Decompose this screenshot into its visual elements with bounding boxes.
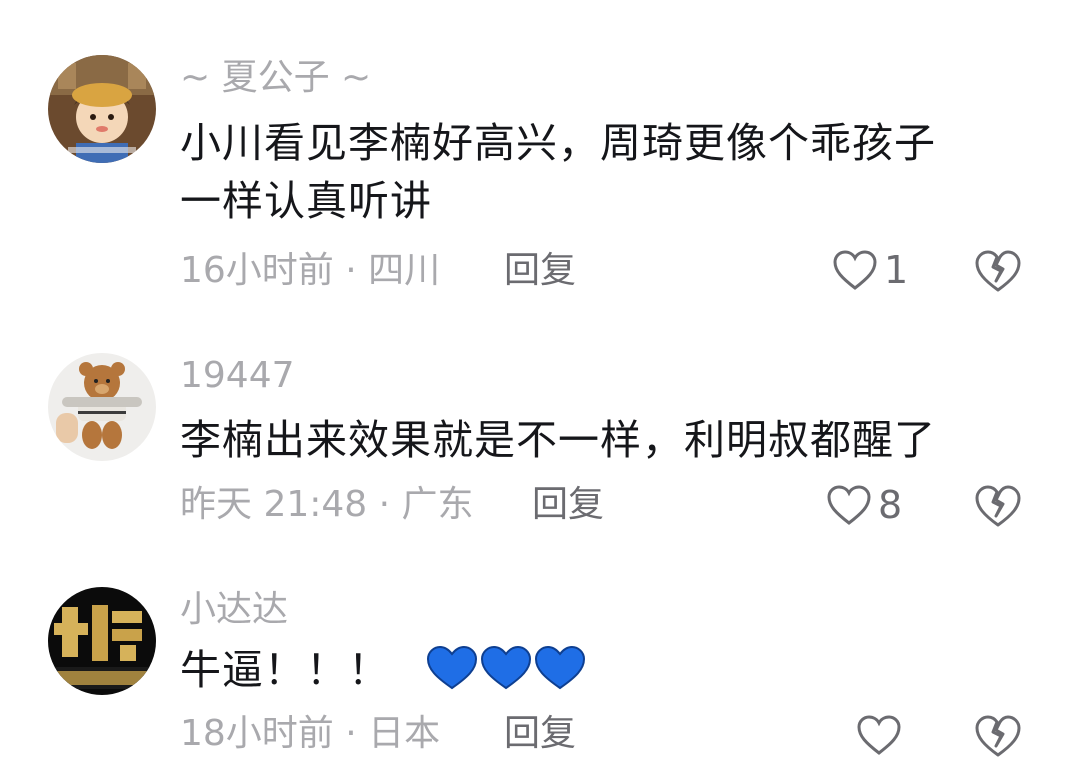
comment-meta: 昨天 21:48 · 广东 (180, 484, 474, 525)
comment-text-line: 小川看见李楠好高兴，周琦更像个乖孩子 (180, 119, 936, 167)
comment-text-line: 牛逼！！！ (180, 646, 390, 694)
like-button[interactable]: 8 (826, 484, 902, 526)
reply-button[interactable]: 回复 (504, 251, 576, 291)
comment-text: 牛逼！！！ (180, 641, 1010, 699)
heart-outline-icon (826, 484, 872, 526)
avatar[interactable] (48, 353, 156, 461)
username[interactable]: 小达达 (180, 590, 288, 630)
username[interactable]: ~ 夏公子 ~ (180, 58, 371, 98)
comment-text: 小川看见李楠好高兴，周琦更像个乖孩子 一样认真听讲 (180, 114, 1010, 230)
avatar[interactable] (48, 587, 156, 695)
comment-text-line: 李楠出来效果就是不一样，利明叔都醒了 (180, 416, 936, 464)
heart-outline-icon (856, 714, 902, 756)
dislike-button[interactable] (974, 714, 1022, 758)
avatar[interactable] (48, 55, 156, 163)
like-count: 8 (878, 483, 903, 527)
reply-button[interactable]: 回复 (504, 714, 576, 754)
reply-button[interactable]: 回复 (532, 485, 604, 525)
heart-outline-icon (832, 249, 878, 291)
broken-heart-icon (974, 714, 1022, 758)
username[interactable]: 19447 (180, 356, 295, 396)
like-button[interactable] (856, 714, 902, 756)
dislike-button[interactable] (974, 249, 1022, 293)
broken-heart-icon (974, 484, 1022, 528)
comment-text: 李楠出来效果就是不一样，利明叔都醒了 (180, 411, 1010, 469)
like-count: 1 (884, 248, 909, 292)
like-button[interactable]: 1 (832, 249, 908, 291)
comment-meta: 18小时前 · 日本 (180, 713, 441, 754)
comment-meta: 16小时前 · 四川 (180, 250, 441, 291)
blue-heart-emoji (426, 645, 586, 694)
comment-text-line: 一样认真听讲 (180, 177, 432, 225)
dislike-button[interactable] (974, 484, 1022, 528)
broken-heart-icon (974, 249, 1022, 293)
